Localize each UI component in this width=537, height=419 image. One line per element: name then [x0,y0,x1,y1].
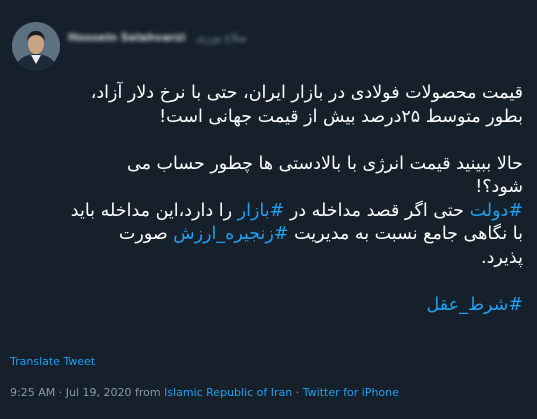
source-link[interactable]: Twitter for iPhone [303,386,399,399]
separator: · [292,386,303,399]
tweet-line: پذیرد. [14,247,523,271]
avatar[interactable] [12,22,60,70]
hashtag-link[interactable]: #شرط_عقل [427,295,523,315]
tweet-line: #دولت حتی اگر قصد مداخله در #بازار را دا… [14,200,523,224]
hashtag-link[interactable]: #دولت [470,201,523,221]
hashtag-link[interactable]: #بازار [238,201,285,221]
author-name[interactable]: Hossein Selahvarzi [68,31,185,44]
tweet-text-span: با نگاهی جامع نسبت به مدیریت [288,224,523,244]
from-text: from [131,386,165,399]
separator: · [55,386,66,399]
tweet-card: Hossein Selahvarzi سلاح ورزی قیمت محصولا… [0,0,537,419]
tweet-line: #شرط_عقل [14,294,523,318]
tweet-text-span: قیمت محصولات فولادی در بازار ایران، حتی … [90,83,523,103]
tweet-text-span: حتی اگر قصد مداخله در [284,200,470,221]
tweet-time[interactable]: 9:25 AM [10,386,55,399]
tweet-text-span: حالا ببینید قیمت انرژی با بالادستی ها چط… [127,153,523,174]
tweet-meta: 9:25 AM · Jul 19, 2020 from Islamic Repu… [10,386,399,399]
tweet-text-span: پذیرد. [481,247,523,268]
tweet-line: بطور متوسط ۲۵درصد بیش از قیمت جهانی است! [14,106,523,130]
tweet-line: با نگاهی جامع نسبت به مدیریت #زنجیره_ارز… [14,223,523,247]
author-handle[interactable]: سلاح ورزی [196,31,247,44]
location-link[interactable]: Islamic Republic of Iran [164,386,292,399]
avatar-image [12,22,60,70]
tweet-line: شود؟! [14,176,523,200]
hashtag-link[interactable]: #زنجیره_ارزش [173,224,288,244]
tweet-text-span: صورت [118,224,174,244]
tweet-text-span: شود؟! [475,177,523,197]
tweet-line: قیمت محصولات فولادی در بازار ایران، حتی … [14,82,523,106]
translate-tweet-link[interactable]: Translate Tweet [10,355,95,368]
tweet-text: قیمت محصولات فولادی در بازار ایران، حتی … [14,82,523,317]
tweet-date[interactable]: Jul 19, 2020 [66,386,132,399]
tweet-text-span: بطور متوسط ۲۵درصد بیش از قیمت جهانی است! [159,106,523,127]
tweet-text-span: را دارد،این مداخله باید [70,200,238,221]
tweet-line: حالا ببینید قیمت انرژی با بالادستی ها چط… [14,153,523,177]
